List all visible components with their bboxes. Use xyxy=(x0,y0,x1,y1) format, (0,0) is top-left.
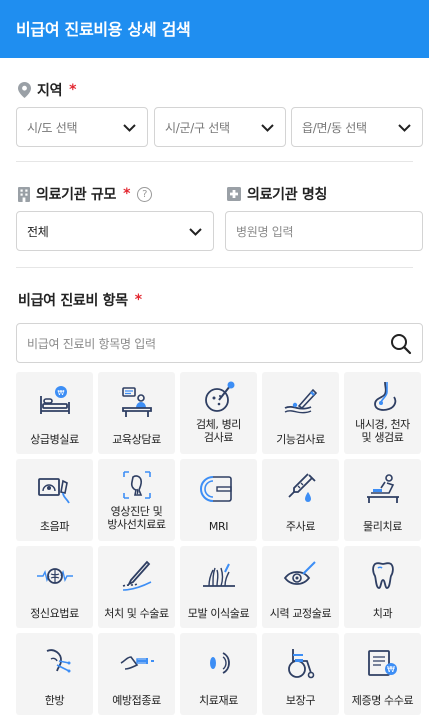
category-label: 초음파 xyxy=(39,520,70,533)
category-tile-radiology[interactable]: 영상진단 및 방사선치료료 xyxy=(98,459,175,541)
required-mark: * xyxy=(134,292,142,308)
mri-icon xyxy=(199,476,232,502)
page-title: 비급여 진료비용 상세 검색 xyxy=(16,20,191,39)
required-mark: * xyxy=(69,82,77,98)
function-test-icon xyxy=(284,388,317,414)
category-label: 모발 이식술료 xyxy=(187,607,250,620)
category-label: 기능검사료 xyxy=(276,433,325,446)
category-tile-hair[interactable]: 모발 이식술료 xyxy=(180,546,257,628)
specimen-test-icon xyxy=(204,381,234,412)
hospital-bed-icon: ₩ xyxy=(39,386,70,414)
scale-select-value: 전체 xyxy=(27,224,49,239)
medical-material-icon xyxy=(209,652,230,674)
category-tile-injection[interactable]: 주사료 xyxy=(262,459,339,541)
category-label: 치료재료 xyxy=(199,694,238,707)
region-label: 지역 * xyxy=(18,80,77,100)
region-label-text: 지역 xyxy=(37,83,63,99)
app-header: 비급여 진료비용 상세 검색 xyxy=(0,0,429,58)
category-tile-vaccine[interactable]: 예방접종료 xyxy=(98,633,175,715)
category-label: 시력 교정술료 xyxy=(269,607,332,620)
category-label: 검체, 병리 검사료 xyxy=(195,418,242,444)
category-label: MRI xyxy=(208,520,229,533)
radiology-icon xyxy=(122,471,151,499)
vaccination-icon xyxy=(120,656,154,670)
category-tile-surgery[interactable]: 처치 및 수술료 xyxy=(98,546,175,628)
category-label: 내시경, 천자 및 생검료 xyxy=(355,418,410,444)
location-pin-icon xyxy=(18,82,31,98)
building-icon xyxy=(18,186,30,202)
category-tile-function[interactable]: 기능검사료 xyxy=(262,372,339,454)
hospital-icon xyxy=(227,187,241,201)
chevron-down-icon xyxy=(398,124,411,132)
category-tile-ultrasound[interactable]: 초음파 xyxy=(16,459,93,541)
category-tile-mri[interactable]: MRI xyxy=(180,459,257,541)
category-label: 한방 xyxy=(44,694,65,707)
chevron-down-icon xyxy=(123,124,136,132)
hospital-name-input[interactable]: 병원명 입력 xyxy=(225,211,423,251)
category-label: 치과 xyxy=(372,607,393,620)
certificate-icon: ₩ xyxy=(367,650,397,676)
eupmyeondong-select[interactable]: 읍/면/동 선택 xyxy=(291,107,423,147)
category-label: 물리치료 xyxy=(363,520,402,533)
category-tile-room[interactable]: ₩ 상급병실료 xyxy=(16,372,93,454)
category-tile-eye[interactable]: 시력 교정술료 xyxy=(262,546,339,628)
category-tile-physio[interactable]: 물리치료 xyxy=(344,459,421,541)
chevron-down-icon xyxy=(261,124,274,132)
category-tile-oriental[interactable]: 한방 xyxy=(16,633,93,715)
category-label: 보장구 xyxy=(285,694,316,707)
category-tile-psych[interactable]: 정신요법료 xyxy=(16,546,93,628)
tooth-icon xyxy=(371,562,394,589)
scale-label-text: 의료기관 규모 xyxy=(36,187,117,203)
eye-laser-icon xyxy=(283,561,316,585)
eupmyeondong-select-value: 읍/면/동 선택 xyxy=(302,120,367,135)
sigungu-select[interactable]: 시/군/구 선택 xyxy=(154,107,286,147)
hospital-name-placeholder: 병원명 입력 xyxy=(236,224,294,239)
category-tile-assistive[interactable]: 보장구 xyxy=(262,633,339,715)
divider xyxy=(16,161,413,162)
category-grid: ₩ 상급병실료 교육상담료 검체, 병리 검사료 기능검사료 내시경, 천자 및… xyxy=(16,372,421,715)
items-label-text: 비급여 진료비 항목 xyxy=(18,293,128,309)
syringe-icon xyxy=(287,473,316,502)
physical-therapy-icon xyxy=(366,474,399,503)
chevron-down-icon xyxy=(189,228,202,236)
search-icon[interactable] xyxy=(390,333,412,355)
category-label: 제증명 수수료 xyxy=(351,694,414,707)
scale-label: 의료기관 규모 * ? xyxy=(18,184,153,204)
category-label: 정신요법료 xyxy=(30,607,79,620)
scale-select[interactable]: 전체 xyxy=(16,211,214,251)
hair-transplant-icon xyxy=(202,563,235,587)
category-tile-specimen[interactable]: 검체, 병리 검사료 xyxy=(180,372,257,454)
sigungu-select-value: 시/군/구 선택 xyxy=(165,120,230,135)
category-tile-consult[interactable]: 교육상담료 xyxy=(98,372,175,454)
category-label: 주사료 xyxy=(285,520,316,533)
endoscope-icon xyxy=(373,381,396,411)
surgery-icon xyxy=(122,560,151,591)
category-tile-endoscope[interactable]: 내시경, 천자 및 생검료 xyxy=(344,372,421,454)
required-mark: * xyxy=(123,186,131,202)
category-tile-material[interactable]: 치료재료 xyxy=(180,633,257,715)
help-icon[interactable]: ? xyxy=(137,186,153,202)
category-label: 처치 및 수술료 xyxy=(104,607,169,620)
name-label: 의료기관 명칭 xyxy=(227,184,327,204)
svg-text:₩: ₩ xyxy=(57,389,64,397)
category-label: 영상진단 및 방사선치료료 xyxy=(107,505,166,531)
item-search-placeholder: 비급여 진료비 항목명 입력 xyxy=(27,336,156,351)
acupuncture-icon xyxy=(46,649,70,673)
divider xyxy=(16,267,413,268)
name-label-text: 의료기관 명칭 xyxy=(247,187,328,203)
consultation-desk-icon xyxy=(121,387,152,417)
ultrasound-icon xyxy=(37,478,70,504)
wheelchair-icon xyxy=(287,649,314,679)
sido-select-value: 시/도 선택 xyxy=(27,120,78,135)
category-label: 상급병실료 xyxy=(30,433,79,446)
sido-select[interactable]: 시/도 선택 xyxy=(16,107,148,147)
category-label: 교육상담료 xyxy=(112,433,161,446)
svg-text:₩: ₩ xyxy=(387,665,395,674)
category-label: 예방접종료 xyxy=(112,694,161,707)
category-tile-certificate[interactable]: ₩ 제증명 수수료 xyxy=(344,633,421,715)
item-search-input[interactable]: 비급여 진료비 항목명 입력 xyxy=(16,323,423,363)
category-tile-dental[interactable]: 치과 xyxy=(344,546,421,628)
items-label: 비급여 진료비 항목 * xyxy=(18,290,142,310)
brain-wave-icon xyxy=(36,568,73,584)
